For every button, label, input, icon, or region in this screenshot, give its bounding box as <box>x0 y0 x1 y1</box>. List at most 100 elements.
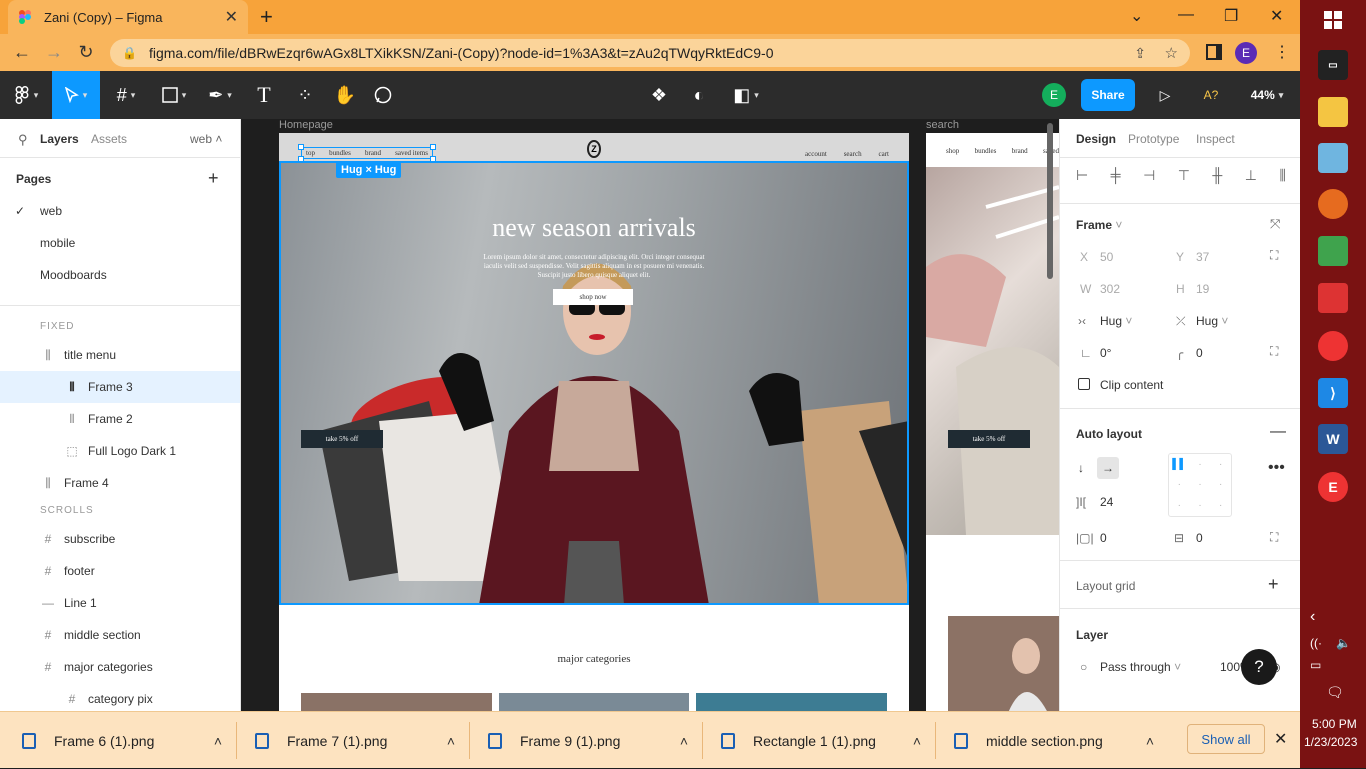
close-downloads-icon[interactable]: ✕ <box>1274 729 1287 749</box>
download-item[interactable]: Frame 9 (1).png ˄ <box>488 712 688 769</box>
padding-horizontal-field[interactable]: 0 <box>1100 531 1107 545</box>
frame-tool-icon[interactable]: # ▾ <box>104 71 148 119</box>
firefox-icon[interactable] <box>1318 189 1348 219</box>
padding-vertical-field[interactable]: 0 <box>1196 531 1203 545</box>
nav-link[interactable]: cart <box>879 150 890 158</box>
distribute-icon[interactable]: ⫼ <box>1279 167 1285 184</box>
add-layout-grid-icon[interactable]: + <box>1268 574 1279 595</box>
nav-link[interactable]: saved items <box>395 149 428 157</box>
direction-horizontal-icon[interactable]: → <box>1097 457 1119 479</box>
window-close-icon[interactable]: ✕ <box>1270 6 1283 26</box>
browser-tab[interactable]: Zani (Copy) – Figma ✕ <box>8 0 248 34</box>
chrome-icon[interactable] <box>1318 331 1348 361</box>
clip-content-checkbox[interactable] <box>1078 378 1090 390</box>
resize-to-fit-icon[interactable]: ⤧ <box>1270 216 1280 232</box>
rotation-field[interactable]: 0° <box>1100 346 1111 360</box>
grid-dot[interactable]: · <box>1219 459 1222 470</box>
corner-radius-field[interactable]: 0 <box>1196 346 1203 360</box>
battery-icon[interactable]: ▭ <box>1310 658 1321 672</box>
y-field[interactable]: 37 <box>1196 250 1209 264</box>
move-tool-icon[interactable]: ▾ <box>52 71 100 119</box>
search-frame[interactable]: shop bundles brand saved take 5% off <box>926 133 1059 711</box>
download-item[interactable]: Frame 6 (1).png ˄ <box>22 712 222 769</box>
nav-link[interactable]: account <box>805 150 827 158</box>
component-icon[interactable]: ❖ <box>644 71 674 119</box>
nav-link[interactable]: brand <box>365 149 381 157</box>
canvas[interactable]: Homepage search top bundles brand saved … <box>241 119 1059 711</box>
chevron-up-icon[interactable]: ˄ <box>1146 733 1154 749</box>
wifi-icon[interactable]: ((· <box>1310 636 1322 650</box>
layer-item[interactable]: # footer <box>0 555 240 587</box>
pen-tool-icon[interactable]: ✒ ▾ <box>198 71 242 119</box>
download-item[interactable]: Rectangle 1 (1).png ˄ <box>721 712 921 769</box>
terminal-icon[interactable]: ▭ <box>1318 50 1348 80</box>
chevron-up-icon[interactable]: ˄ <box>447 733 455 749</box>
tab-inspect[interactable]: Inspect <box>1196 132 1235 146</box>
major-categories-title[interactable]: major categories <box>279 653 909 665</box>
height-mode-select[interactable]: Hug ˅ <box>1196 314 1228 328</box>
alignment-grid[interactable]: ▌▌ · · · · · · · · <box>1168 453 1232 517</box>
forward-icon[interactable]: → <box>38 42 70 63</box>
main-menu-icon[interactable]: ▾ <box>4 71 48 119</box>
chrome-profile-icon[interactable]: E <box>1318 472 1348 502</box>
resize-handle[interactable] <box>298 144 304 150</box>
layer-item-selected[interactable]: ⦀ Frame 3 <box>0 371 240 403</box>
grid-dot[interactable]: · <box>1219 479 1222 490</box>
tab-prototype[interactable]: Prototype <box>1128 132 1179 146</box>
frame-label-homepage[interactable]: Homepage <box>279 119 333 131</box>
text-tool-icon[interactable]: T <box>246 71 282 119</box>
hero-title[interactable]: new season arrivals <box>279 213 909 243</box>
back-icon[interactable]: ← <box>6 42 38 63</box>
user-avatar[interactable]: E <box>1042 83 1066 107</box>
page-item-moodboards[interactable]: Moodboards <box>0 259 240 291</box>
nav-link[interactable]: search <box>844 150 862 158</box>
hero-text[interactable]: Lorem ipsum dolor sit amet, consectetur … <box>479 253 709 280</box>
tab-search-chevron-icon[interactable]: ⌄ <box>1130 6 1143 26</box>
h-field[interactable]: 19 <box>1196 282 1209 296</box>
file-explorer-icon[interactable] <box>1318 97 1348 127</box>
layer-item[interactable]: # subscribe <box>0 523 240 555</box>
category-image[interactable] <box>696 693 887 711</box>
blend-mode-select[interactable]: Pass through ˅ <box>1100 660 1181 674</box>
volume-icon[interactable]: 🔈 <box>1336 636 1351 650</box>
nav-link[interactable]: bundles <box>329 149 351 157</box>
align-center-icon[interactable]: ╪ <box>1111 167 1121 184</box>
page-item-mobile[interactable]: mobile <box>0 227 240 259</box>
tab-close-icon[interactable]: ✕ <box>225 7 238 27</box>
align-left-icon[interactable]: ⊢ <box>1076 167 1088 184</box>
new-tab-button[interactable]: + <box>260 4 273 30</box>
layer-item[interactable]: — Line 1 <box>0 587 240 619</box>
page-item-web[interactable]: ✓ web <box>0 195 240 227</box>
comment-tool-icon[interactable] <box>366 71 400 119</box>
tab-design[interactable]: Design <box>1076 132 1116 146</box>
homepage-frame[interactable]: top bundles brand saved items Z account … <box>279 133 909 711</box>
individual-padding-icon[interactable]: ⛶ <box>1270 530 1278 545</box>
align-middle-icon[interactable]: ╫ <box>1212 167 1222 184</box>
spacing-field[interactable]: 24 <box>1100 495 1113 509</box>
direction-vertical-icon[interactable]: ↓ <box>1078 461 1084 475</box>
sidebar-toggle-icon[interactable] <box>1206 44 1222 60</box>
share-page-icon[interactable]: ⇪ <box>1134 45 1146 62</box>
minimize-icon[interactable]: — <box>1178 6 1194 24</box>
add-page-icon[interactable]: + <box>208 168 219 189</box>
independent-corners-icon[interactable]: ⛶ <box>1270 344 1278 359</box>
vscode-icon[interactable]: ⟩ <box>1318 378 1348 408</box>
share-button[interactable]: Share <box>1081 79 1135 111</box>
tab-layers[interactable]: Layers <box>40 132 79 146</box>
search-icon[interactable]: ⚲ <box>18 132 28 148</box>
chevron-up-icon[interactable]: ˄ <box>913 733 921 749</box>
git-icon[interactable] <box>1318 283 1348 313</box>
category-image[interactable] <box>301 693 492 711</box>
word-icon[interactable]: W <box>1318 424 1348 454</box>
grid-dot[interactable]: · <box>1198 459 1201 470</box>
shop-now-button[interactable]: shop now <box>553 289 633 305</box>
page-selector[interactable]: web ˄ <box>190 132 222 146</box>
boolean-icon[interactable]: ◧ ▾ <box>724 71 768 119</box>
search-hero-image[interactable] <box>926 167 1059 535</box>
width-mode-select[interactable]: Hug ˅ <box>1100 314 1132 328</box>
grid-dot[interactable]: · <box>1198 500 1201 511</box>
tab-assets[interactable]: Assets <box>91 132 127 146</box>
restore-icon[interactable]: ❐ <box>1224 6 1238 26</box>
app-icon[interactable] <box>1318 143 1348 173</box>
x-field[interactable]: 50 <box>1100 250 1113 264</box>
